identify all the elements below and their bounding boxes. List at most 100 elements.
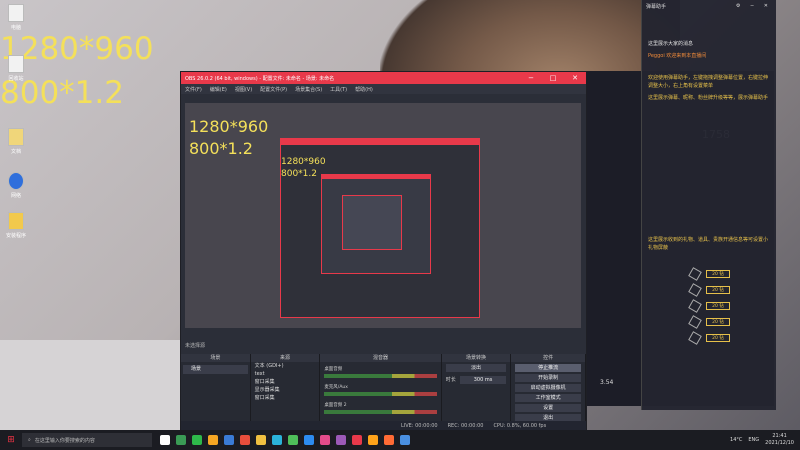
nested-obs-preview-2 (321, 174, 431, 274)
duration-row: 时长 300 ms (442, 374, 511, 386)
preview-resolution-text: 1280*960 (189, 117, 269, 136)
language[interactable]: ENG (748, 437, 759, 443)
small-score: 3.54 (600, 379, 614, 386)
taskbar: ⊞ ⌕ 在这里输入你要搜索的内容 14°C ENG 21:41 2021/12/1… (0, 430, 800, 450)
controls-title: 控件 (511, 354, 585, 362)
mixer-channel[interactable]: 麦克风/Aux (324, 384, 437, 398)
badge-icon (688, 283, 702, 297)
desktop-icon-network[interactable]: 网络 (0, 172, 32, 199)
source-item[interactable]: 显示器采集 (251, 386, 320, 394)
source-item[interactable]: 文本 (GDI+) (251, 362, 320, 370)
transitions-title: 场景转换 (441, 354, 511, 362)
studio-mode-button[interactable]: 工作室模式 (515, 394, 581, 402)
taskbar-app-icon[interactable] (368, 435, 378, 445)
nested-obs-preview-3 (342, 195, 402, 250)
taskbar-app-icon[interactable] (192, 435, 202, 445)
obs-title: OBS 26.0.2 (64 bit, windows) - 配置文件: 未命名… (185, 75, 335, 82)
danmaku-panel[interactable]: 弹幕助手 ⚙ − ✕ 这里展示大家的消息 Peggoi 欢迎来到本直播间 欢迎使… (641, 0, 776, 410)
obs-titlebar[interactable]: OBS 26.0.2 (64 bit, windows) - 配置文件: 未命名… (181, 72, 586, 84)
taskbar-app-icon[interactable] (176, 435, 186, 445)
menu-view[interactable]: 视图(V) (235, 86, 252, 93)
search-input[interactable]: ⌕ 在这里输入你要搜索的内容 (22, 433, 152, 447)
menu-help[interactable]: 帮助(H) (355, 86, 373, 93)
taskbar-app-icon[interactable] (240, 435, 250, 445)
obs-window[interactable]: OBS 26.0.2 (64 bit, windows) - 配置文件: 未命名… (180, 71, 587, 432)
mixer-title: 混音器 (320, 354, 441, 362)
maximize-icon[interactable]: □ (542, 74, 564, 82)
chat-line: 欢迎使用弹幕助手，左键拖拽调整弹幕位置，右键拉伸调整大小，右上角有设置菜单 (648, 75, 769, 89)
taskbar-app-icon[interactable] (208, 435, 218, 445)
taskbar-apps (160, 435, 410, 445)
desktop-icon-recycle[interactable]: 回收站 (0, 55, 32, 82)
desktop-icon-doc[interactable]: 文档 (0, 128, 32, 155)
close-icon[interactable]: ✕ (564, 74, 586, 82)
taskbar-app-icon[interactable] (384, 435, 394, 445)
badge-icon (688, 315, 702, 329)
minimize-icon[interactable]: − (520, 74, 542, 82)
badge-icon (688, 331, 702, 345)
start-recording-button[interactable]: 开始录制 (515, 374, 581, 382)
source-item[interactable]: 窗口采集 (251, 394, 320, 402)
obs-menubar: 文件(F) 编辑(E) 视图(V) 配置文件(P) 场景集合(S) 工具(T) … (181, 84, 586, 94)
danmaku-header: 弹幕助手 ⚙ − ✕ (646, 3, 772, 10)
taskbar-app-icon[interactable] (352, 435, 362, 445)
duration-input[interactable]: 300 ms (459, 376, 507, 384)
gift-row: 20 钻 (688, 266, 776, 282)
taskbar-app-icon[interactable] (288, 435, 298, 445)
menu-profile[interactable]: 配置文件(P) (260, 86, 287, 93)
badge-icon (688, 299, 702, 313)
sources-title: 来源 (250, 354, 320, 362)
taskbar-app-icon[interactable] (400, 435, 410, 445)
taskbar-app-icon[interactable] (320, 435, 330, 445)
source-item[interactable]: 窗口采集 (251, 378, 320, 386)
taskbar-app-icon[interactable] (224, 435, 234, 445)
mixer-channel[interactable]: 桌面音频 2 (324, 402, 437, 416)
gift-button[interactable]: 20 钻 (706, 270, 730, 278)
search-icon: ⌕ (28, 437, 31, 443)
taskbar-app-icon[interactable] (304, 435, 314, 445)
taskbar-app-icon[interactable] (272, 435, 282, 445)
scene-item[interactable]: 场景 (183, 365, 248, 374)
gift-row: 20 钻 (688, 282, 776, 298)
transition-select[interactable]: 淡出 (445, 364, 507, 372)
menu-scene-collection[interactable]: 场景集合(S) (295, 86, 322, 93)
taskbar-app-icon[interactable] (336, 435, 346, 445)
menu-edit[interactable]: 编辑(E) (210, 86, 227, 93)
preview-scale-text: 800*1.2 (189, 139, 253, 158)
wallpaper-couch (0, 340, 180, 430)
gift-row: 20 钻 (688, 330, 776, 346)
chat-line: 这里展示弹幕、昵称、粉丝牌升级等等，展示弹幕助手 (648, 95, 769, 101)
nested-obs-preview: 1280*960 800*1.2 (280, 138, 480, 318)
taskbar-app-icon[interactable] (256, 435, 266, 445)
chat-line: 这里展示大家的消息 (648, 41, 694, 47)
desktop-icon-computer[interactable]: 电脑 (0, 4, 32, 31)
chat-line: Peggoi 欢迎来到本直播间 (648, 53, 707, 59)
window-controls-icon[interactable]: ⚙ − ✕ (736, 3, 772, 9)
scenes-title: 场景 (181, 354, 250, 362)
source-item[interactable]: text (251, 370, 320, 378)
desktop-icon-installer[interactable]: 安装程序 (0, 212, 32, 239)
gift-notice: 这里展示收到的礼物、道具、贵族开通信息等可设置小礼物屏蔽 (648, 237, 769, 251)
obs-preview[interactable]: 1280*960 800*1.2 1280*960 800*1.2 (185, 103, 581, 328)
nested-scale-text: 800*1.2 (281, 169, 317, 179)
menu-file[interactable]: 文件(F) (185, 86, 202, 93)
mixer-channel[interactable]: 桌面音频 (324, 366, 437, 380)
no-source-label: 未选择源 (185, 343, 206, 349)
menu-tools[interactable]: 工具(T) (330, 86, 347, 93)
weather[interactable]: 14°C (730, 437, 742, 443)
gift-button[interactable]: 20 钻 (706, 334, 730, 342)
system-tray: 14°C ENG 21:41 2021/12/10 (730, 433, 800, 447)
nested-resolution-text: 1280*960 (281, 157, 326, 167)
clock[interactable]: 21:41 2021/12/10 (765, 433, 794, 447)
start-icon[interactable]: ⊞ (0, 435, 22, 445)
gift-button[interactable]: 20 钻 (706, 302, 730, 310)
gift-button[interactable]: 20 钻 (706, 318, 730, 326)
gift-row: 20 钻 (688, 314, 776, 330)
virtual-camera-button[interactable]: 启动虚拟摄像机 (515, 384, 581, 392)
taskbar-app-icon[interactable] (160, 435, 170, 445)
stop-streaming-button[interactable]: 停止推流 (515, 364, 581, 372)
badge-icon (688, 267, 702, 281)
settings-button[interactable]: 设置 (515, 404, 581, 412)
gift-row: 20 钻 (688, 298, 776, 314)
gift-button[interactable]: 20 钻 (706, 286, 730, 294)
